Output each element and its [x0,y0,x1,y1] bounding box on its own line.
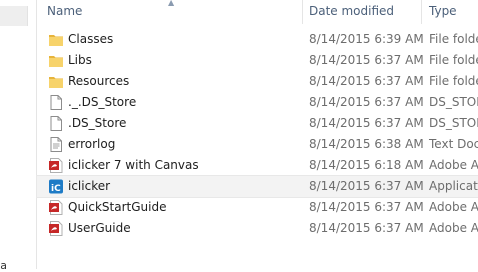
file-type: Adobe Ac [429,200,478,214]
file-row[interactable]: errorlog 8/14/2015 6:38 AM Text Docu [37,134,478,155]
file-date: 8/14/2015 6:37 AM [309,221,424,235]
file-name: errorlog [68,137,116,151]
file-name: ._.DS_Store [68,95,137,109]
file-name: Classes [68,32,114,46]
svg-text:iC: iC [51,184,61,194]
file-type: DS_STOR [429,95,478,109]
text-file-icon [48,136,64,153]
file-date: 8/14/2015 6:39 AM [309,32,424,46]
blank-file-icon [48,115,64,132]
pdf-icon [48,220,64,237]
file-name: QuickStartGuide [68,200,167,214]
file-type: File folde [429,53,478,67]
folder-icon [48,31,64,48]
nav-pane-item-label[interactable]: Ja [0,259,7,272]
file-date: 8/14/2015 6:37 AM [309,116,424,130]
navigation-pane[interactable]: Ja [0,0,32,272]
file-row[interactable]: iC iclicker 8/14/2015 6:37 AM Applicatio [36,175,478,198]
file-row[interactable]: .DS_Store 8/14/2015 6:37 AM DS_STOR [37,113,478,134]
pdf-icon [48,199,64,216]
file-row[interactable]: UserGuide 8/14/2015 6:37 AM Adobe Ac [37,218,478,239]
column-resize-handle[interactable] [421,0,422,24]
iclicker-app-icon: iC [48,178,64,195]
file-date: 8/14/2015 6:37 AM [309,74,424,88]
file-type: Applicatio [429,179,478,193]
file-row[interactable]: QuickStartGuide 8/14/2015 6:37 AM Adobe … [37,197,478,218]
file-row[interactable]: Classes 8/14/2015 6:39 AM File folde [37,29,478,50]
file-type: File folde [429,32,478,46]
column-resize-handle[interactable] [302,0,303,24]
file-name: iclicker [68,179,111,193]
file-name: UserGuide [68,221,131,235]
file-name: .DS_Store [68,116,127,130]
file-type: Adobe Ac [429,221,478,235]
sort-up-icon: ▲ [168,0,175,7]
file-name: iclicker 7 with Canvas [68,158,199,172]
file-type: File folde [429,74,478,88]
folder-icon [48,52,64,69]
file-row[interactable]: Resources 8/14/2015 6:37 AM File folde [37,71,478,92]
file-row[interactable]: ._.DS_Store 8/14/2015 6:37 AM DS_STOR [37,92,478,113]
column-header-name[interactable]: Name [47,0,82,24]
file-date: 8/14/2015 6:18 AM [309,158,424,172]
file-type: DS_STOR [429,116,478,130]
file-type: Text Docu [429,137,478,151]
folder-icon [48,73,64,90]
file-date: 8/14/2015 6:37 AM [309,53,424,67]
file-type: Adobe Ac [429,158,478,172]
file-date: 8/14/2015 6:37 AM [309,179,424,193]
file-row[interactable]: iclicker 7 with Canvas 8/14/2015 6:18 AM… [37,155,478,176]
file-date: 8/14/2015 6:38 AM [309,137,424,151]
file-row[interactable]: Libs 8/14/2015 6:37 AM File folde [37,50,478,71]
nav-pane-item[interactable] [0,6,28,26]
column-header-date-modified[interactable]: Date modified [309,0,394,24]
file-name: Libs [68,53,92,67]
blank-file-icon [48,94,64,111]
file-date: 8/14/2015 6:37 AM [309,95,424,109]
file-date: 8/14/2015 6:37 AM [309,200,424,214]
file-list: Classes 8/14/2015 6:39 AM File folde Lib… [36,29,478,239]
column-header-bar: ▲ Name Date modified Type [37,0,478,24]
pdf-icon [48,157,64,174]
column-header-type[interactable]: Type [429,0,457,24]
file-name: Resources [68,74,130,88]
